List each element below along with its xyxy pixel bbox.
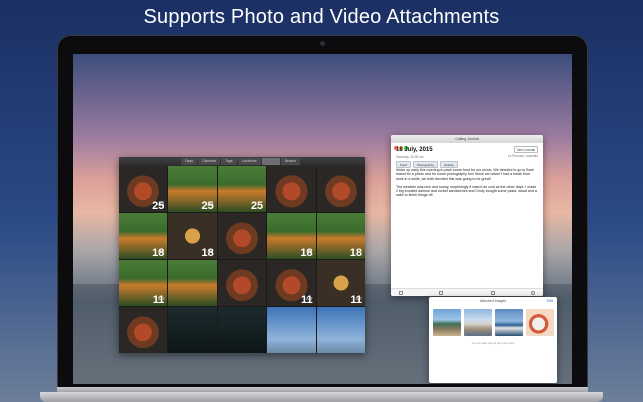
laptop-base <box>40 392 603 402</box>
photo-cell[interactable]: SAT 11 <box>316 260 365 306</box>
calendar-icon[interactable] <box>399 291 403 295</box>
photo-view-tabs: Days Calendar Tags Locations Search <box>181 158 300 165</box>
thumbnail-food[interactable] <box>526 309 554 336</box>
photo-icon[interactable] <box>491 291 495 295</box>
headline: Supports Photo and Video Attachments <box>143 6 500 28</box>
photo-cell[interactable] <box>217 307 267 353</box>
journal-selector[interactable]: Next Journal <box>514 146 538 153</box>
tag-photography[interactable]: Photography <box>412 161 438 168</box>
photo-cell[interactable]: SAT 18 <box>168 213 217 259</box>
video-icon[interactable] <box>439 291 443 295</box>
photo-day-number: 18 <box>349 247 362 259</box>
journal-window-titlebar: Calling Journal <box>391 135 543 150</box>
photo-day-number: 18 <box>152 247 165 259</box>
photo-cell[interactable] <box>267 166 316 212</box>
attached-thumbnails <box>433 309 554 336</box>
photo-day-number: 11 <box>300 294 313 306</box>
photo-cell[interactable]: SAT 18 <box>119 213 168 259</box>
photo-day-number: 25 <box>152 200 165 212</box>
entry-location[interactable]: La Perouse, Australia <box>508 154 538 158</box>
tab-days[interactable]: Days <box>181 158 197 165</box>
photo-day-number: 18 <box>201 247 214 259</box>
photo-cell[interactable] <box>316 307 365 353</box>
photo-cell[interactable] <box>217 260 267 306</box>
tab-search[interactable]: Search <box>280 158 300 165</box>
photo-cell[interactable]: SAT 11 <box>267 260 316 306</box>
journal-toolbar <box>391 288 543 296</box>
tab-locations[interactable]: Locations <box>237 158 261 165</box>
entry-tags: Food Photography Holiday <box>396 161 458 168</box>
entry-time: Saturday, 10:00 am <box>396 155 424 159</box>
tab-tags[interactable]: Tags <box>221 158 237 165</box>
attached-images-popover: Attached Images Edit You can also drag &… <box>429 297 557 383</box>
entry-paragraph: The weather was nice and sunny, surprisi… <box>396 184 537 198</box>
tag-holiday[interactable]: Holiday <box>439 161 458 168</box>
photo-cell[interactable] <box>119 307 168 353</box>
thumbnail-town[interactable] <box>464 309 492 336</box>
photo-cell[interactable]: SAT 25 <box>168 166 217 212</box>
photo-day-number: 25 <box>201 200 214 212</box>
photo-day-number: 11 <box>350 294 362 306</box>
tab-photos[interactable] <box>261 158 280 165</box>
photo-cell[interactable] <box>168 260 217 306</box>
photo-grid-window: Days Calendar Tags Locations Search SAT 2… <box>119 157 365 353</box>
thumbnail-harbor[interactable] <box>433 309 461 336</box>
entry-paragraph: Woke up early this morning to pack some … <box>396 168 534 181</box>
photo-day-number: 18 <box>300 247 313 259</box>
photo-cell[interactable]: 18 <box>316 213 365 259</box>
photo-cell[interactable]: SAT 18 <box>267 213 316 259</box>
photo-cell[interactable] <box>217 213 267 259</box>
thumbnail-boats[interactable] <box>495 309 523 336</box>
laptop: Days Calendar Tags Locations Search SAT 2… <box>57 35 588 395</box>
photo-day-number: 11 <box>152 294 165 306</box>
tab-calendar[interactable]: Calendar <box>197 158 221 165</box>
entry-body[interactable]: Woke up early this morning to pack some … <box>396 168 538 202</box>
camera-icon <box>320 41 325 46</box>
photo-cell[interactable] <box>316 166 365 212</box>
tag-food[interactable]: Food <box>396 161 411 168</box>
window-title: Calling Journal <box>455 137 479 141</box>
screen: Days Calendar Tags Locations Search SAT 2… <box>73 54 572 384</box>
photo-cell[interactable] <box>168 307 217 353</box>
photo-cell[interactable]: 25 <box>217 166 267 212</box>
drop-hint: You can also drag & drop files here <box>471 341 515 345</box>
info-icon[interactable] <box>531 291 535 295</box>
photo-day-number: 25 <box>250 200 264 212</box>
photo-cell[interactable]: SAT 25 <box>119 166 168 212</box>
photo-cell[interactable]: SAT 11 <box>119 260 168 306</box>
entry-date: 18 July, 2015 <box>396 147 433 153</box>
photo-grid: SAT 25 SAT 25 25 SAT 18 SAT 18 SAT 18 18 SAT 11 SAT 11 S… <box>119 166 365 353</box>
photo-cell[interactable] <box>267 307 316 353</box>
journal-entry-window: Calling Journal 18 July, 2015 Saturday, … <box>391 135 543 296</box>
attached-title: Attached Images <box>479 299 507 303</box>
edit-button[interactable]: Edit <box>547 299 553 303</box>
photo-window-titlebar: Days Calendar Tags Locations Search <box>119 157 365 172</box>
